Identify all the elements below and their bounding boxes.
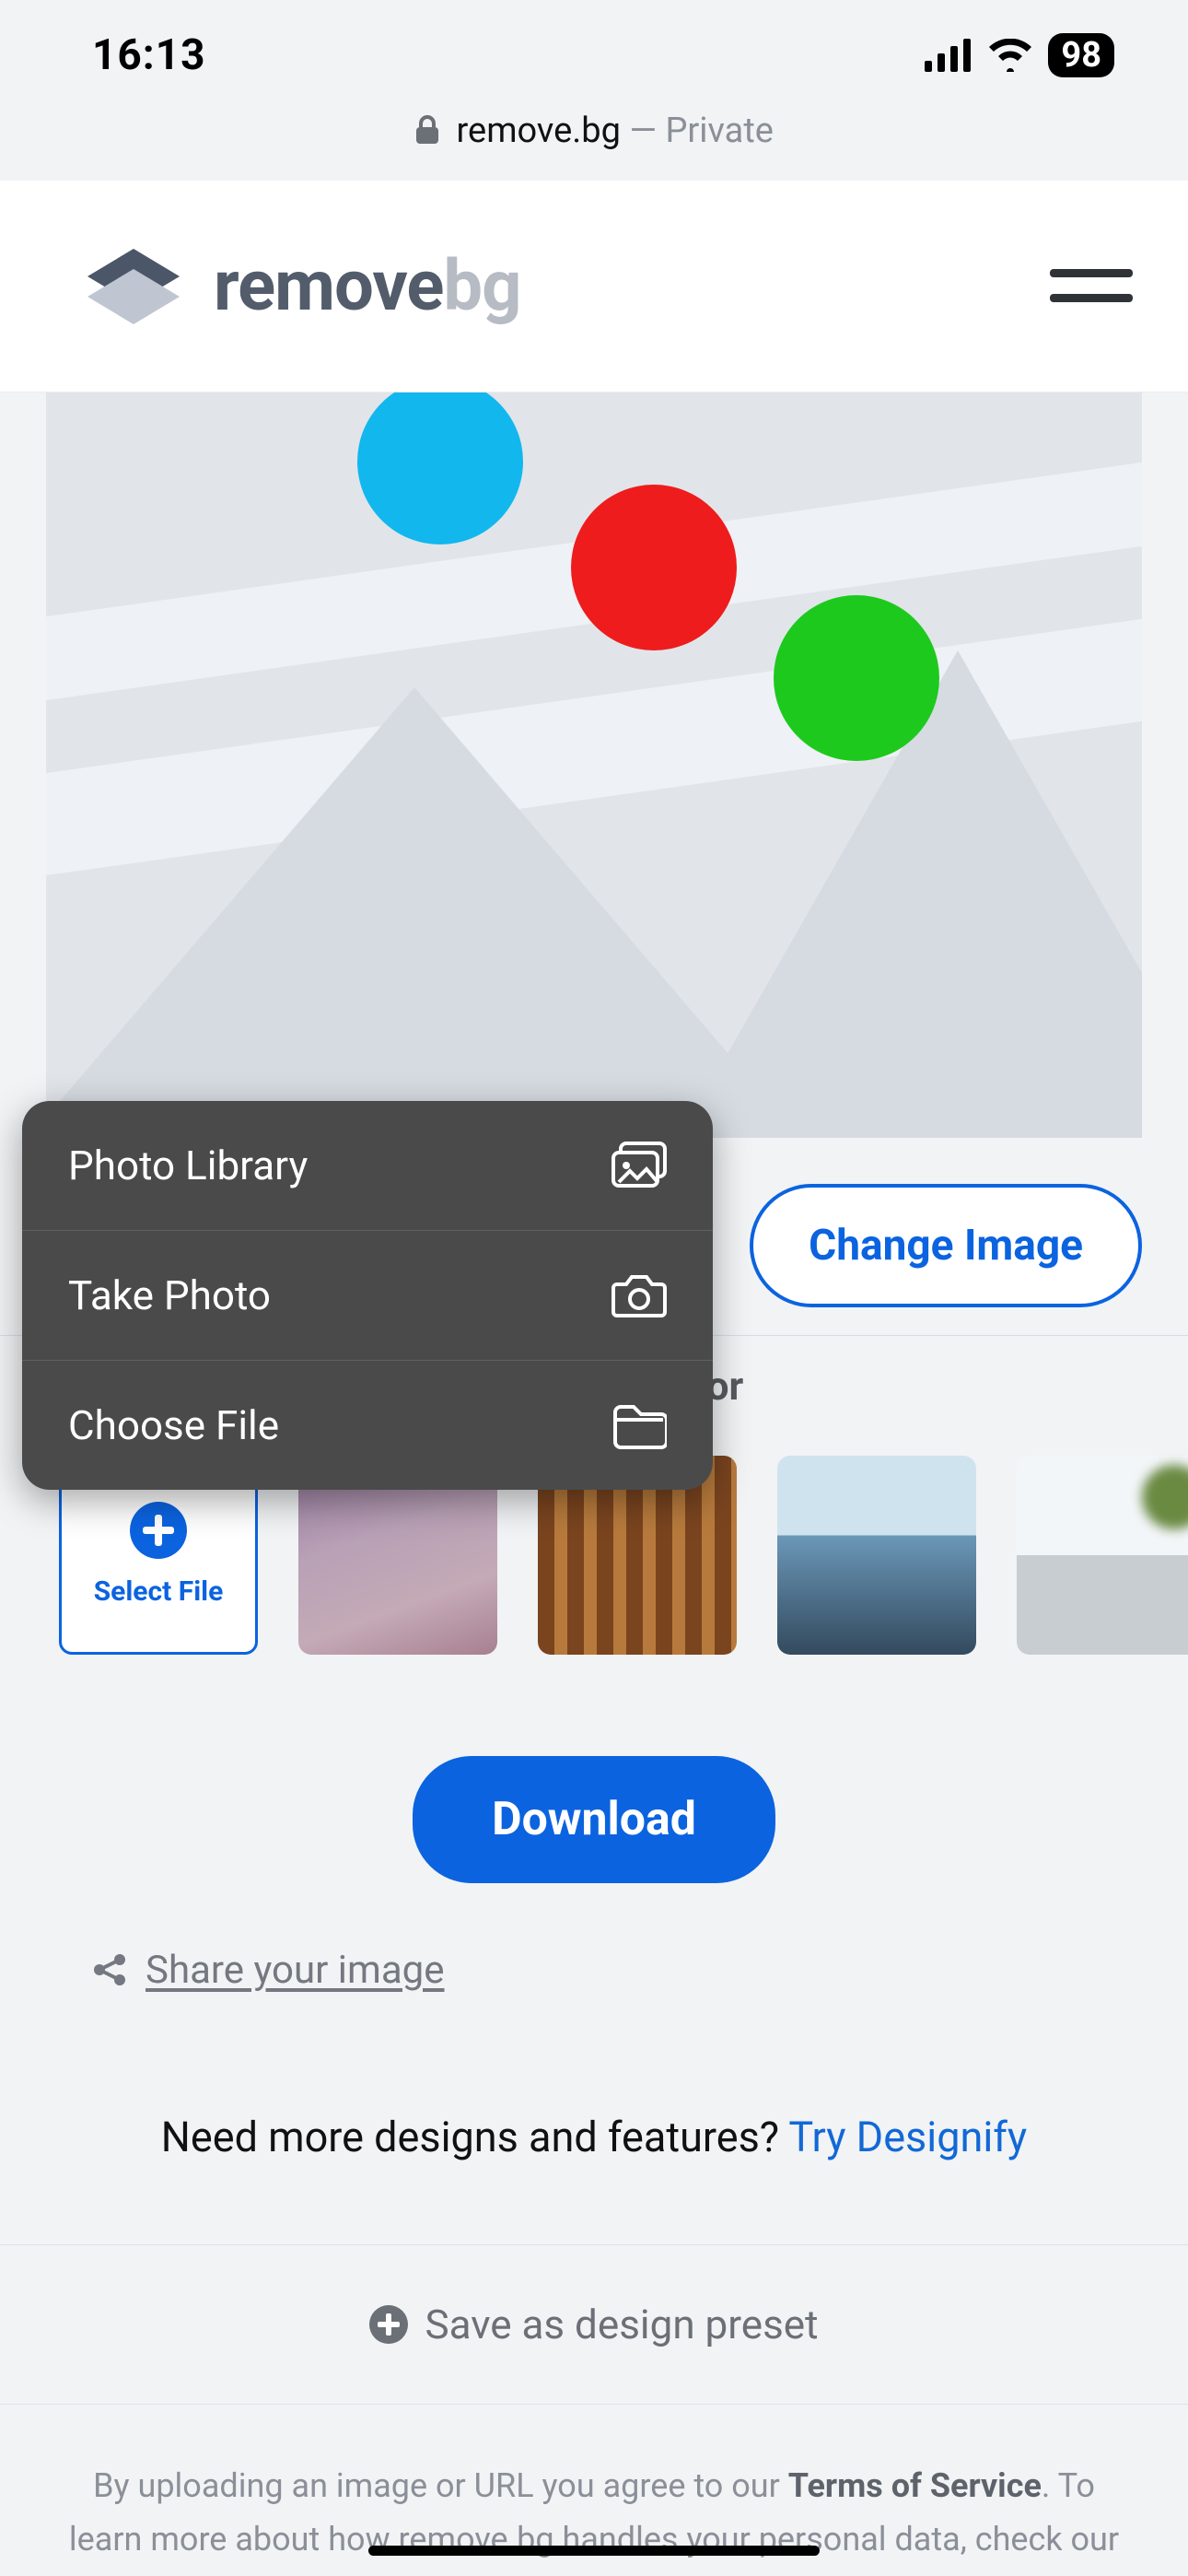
terms-of-service-link[interactable]: Terms of Service [788, 2466, 1042, 2505]
status-time: 16:13 [92, 30, 206, 80]
take-photo-option[interactable]: Take Photo [22, 1231, 713, 1361]
image-preview [46, 392, 1142, 1138]
browser-url-bar[interactable]: remove.bg — Private [0, 111, 1188, 181]
url-suffix: — Private [621, 111, 774, 151]
photo-library-icon [611, 1142, 667, 1189]
plus-circle-icon [130, 1502, 187, 1559]
choose-file-option[interactable]: Choose File [22, 1361, 713, 1490]
cellular-icon [925, 39, 973, 72]
brand-logo[interactable]: removebg [83, 241, 521, 330]
green-circle [774, 595, 939, 761]
layers-icon [83, 241, 184, 330]
photo-library-option[interactable]: Photo Library [22, 1101, 713, 1231]
share-label: Share your image [146, 1948, 445, 1993]
camera-icon [611, 1271, 667, 1319]
download-button[interactable]: Download [413, 1756, 775, 1883]
try-designify-link[interactable]: Try Designify [788, 2113, 1027, 2161]
save-preset-button[interactable]: Save as design preset [0, 2244, 1188, 2405]
site-header: removebg [0, 181, 1188, 392]
home-indicator[interactable] [368, 2546, 820, 2556]
plus-circle-icon [369, 2305, 408, 2344]
brand-text: removebg [214, 244, 521, 327]
designify-promo: Need more designs and features? Try Desi… [0, 2067, 1188, 2244]
select-file-label: Select File [94, 1575, 224, 1608]
battery-level: 98 [1048, 33, 1114, 77]
bg-thumbnail-3[interactable] [777, 1456, 976, 1655]
share-icon [92, 1952, 127, 1987]
wifi-icon [987, 39, 1033, 72]
status-right: 98 [925, 33, 1114, 77]
url-domain: remove.bg [457, 111, 621, 151]
file-source-popover: Photo Library Take Photo Choose File [22, 1101, 713, 1490]
folder-icon [611, 1401, 667, 1449]
lock-icon [414, 112, 440, 153]
menu-button[interactable] [1050, 258, 1133, 313]
bg-thumbnail-4[interactable] [1017, 1456, 1188, 1655]
status-bar: 16:13 98 [0, 0, 1188, 111]
share-link[interactable]: Share your image [0, 1920, 1188, 2067]
change-image-button[interactable]: Change Image [750, 1184, 1142, 1307]
red-circle [571, 485, 737, 650]
